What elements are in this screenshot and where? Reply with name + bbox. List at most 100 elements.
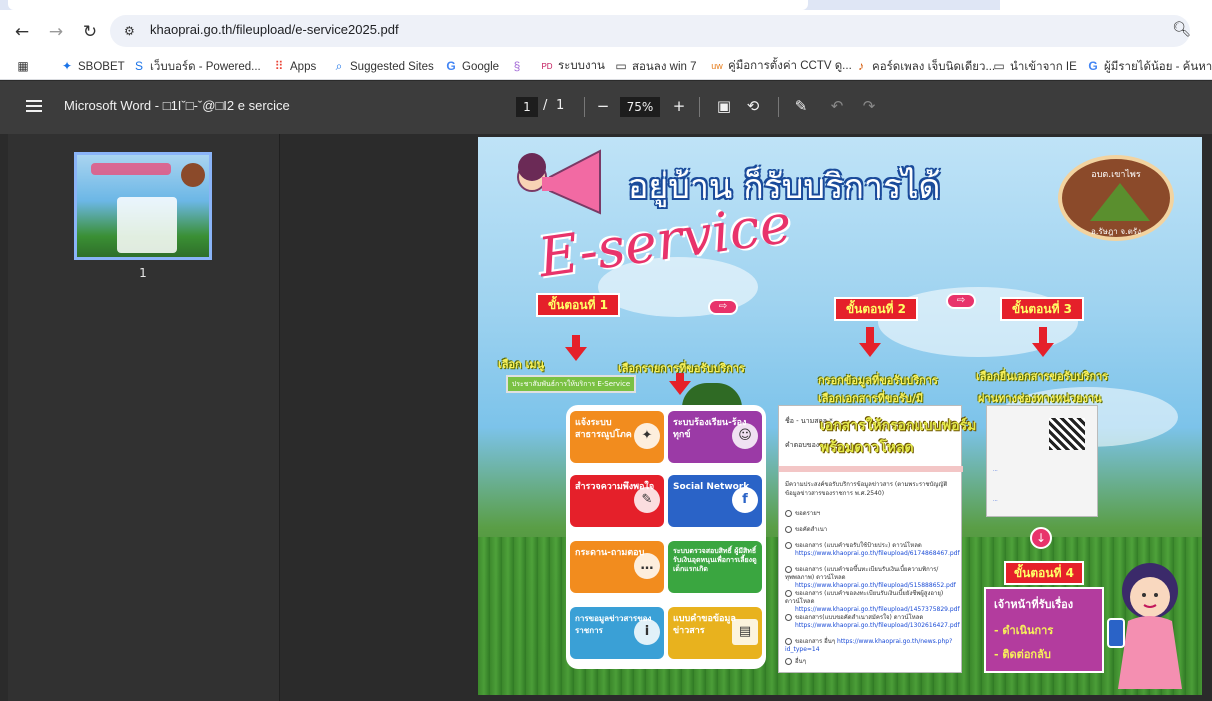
bookmark-swirl[interactable]: § [510, 57, 528, 75]
reload-icon[interactable]: ↻ [78, 20, 102, 44]
form-option: ขอเอกสาร(แบบขอคัดสำเนาสมัครใจ) ดาวน์โหลด… [785, 614, 960, 630]
organization-seal: อบต.เขาไพร อ.รัษฎา จ.ตรัง [1058, 155, 1174, 241]
search-icon: ⌕ [335, 59, 343, 73]
google-icon: G [1088, 59, 1098, 73]
page-separator: / [543, 98, 548, 113]
tab-strip [0, 0, 1212, 10]
form-option: ขอดรายฯ [785, 510, 959, 518]
form-overlay-text: เอกสารให้กรอกแบบฟอร์ม พร้อมดาวโหลด [820, 418, 977, 456]
sbobet-icon: ✦ [61, 59, 73, 73]
bookmark-5[interactable]: PD ระบบงาน [540, 57, 604, 75]
service-menu-board: แจ้งระบบสาธารณูปโภค ✦ ระบบร้องเรียน-ร้องท… [566, 405, 766, 669]
zoom-level-input[interactable]: 75% [620, 97, 660, 117]
webboard-icon: S [134, 59, 143, 73]
forward-arrow-icon[interactable]: → [44, 20, 68, 44]
choose-menu-label: เลือก เมนู [498, 358, 545, 371]
step-2-label: ขั้นตอนที่ 2 [834, 297, 918, 321]
megaphone-girl-icon [517, 149, 601, 215]
bookmark-9[interactable]: ▭ นำเข้าจาก IE [992, 57, 1076, 75]
eservice-menu-button: ประชาสัมพันธ์การให้บริการ E-Service [506, 375, 636, 393]
right-arrow-icon: ⇨ [946, 293, 976, 309]
down-arrow-icon [859, 343, 881, 357]
thumbnail-label: 1 [139, 266, 147, 280]
redo-icon[interactable]: ↷ [858, 95, 880, 117]
bookmark-10[interactable]: Gผู้มีรายได้น้อย - ค้นหาด้... [1086, 57, 1212, 75]
tile-7: แบบคำขอข้อมูลข่าวสาร ▤ [668, 607, 762, 659]
divider [699, 97, 700, 117]
tile-6: การขอมูลข่าวสารของราชการ i [570, 607, 664, 659]
active-tab[interactable] [8, 0, 808, 10]
page-number-input[interactable]: 1 [516, 97, 538, 117]
radio-icon [785, 614, 792, 621]
zoom-icon[interactable]: 🔍︎ [1172, 20, 1191, 38]
zoom-out-icon[interactable]: − [592, 95, 614, 117]
browser-window: ← → ↻ ⚙ khaoprai.go.th/fileupload/e-serv… [0, 0, 1212, 701]
tile-0: แจ้งระบบสาธารณูปโภค ✦ [570, 411, 664, 463]
apps-launcher-icon[interactable]: ▦ [16, 57, 34, 75]
wrench-icon: ✦ [634, 423, 660, 449]
radio-icon [785, 590, 792, 597]
person-icon: ☺ [732, 423, 758, 449]
folder-icon: ▭ [993, 59, 1005, 73]
address-bar[interactable]: ⚙ khaoprai.go.th/fileupload/e-service202… [110, 15, 1190, 47]
bookmark-0[interactable]: ✦ SBOBET [60, 57, 125, 75]
form-option: ขอเอกสาร (แบบคำขอรับใช้ป้ายประ) ดาวน์โหล… [785, 542, 960, 558]
radio-icon [785, 526, 792, 533]
qr-code-icon [1049, 418, 1085, 450]
bookmarks-bar: ▦ ✦ SBOBET S เว็บบอร์ด - Powered... ⠿ Apps … [0, 52, 1212, 80]
divider [778, 97, 779, 117]
right-arrow-icon: ⇨ [708, 299, 738, 315]
divider [584, 97, 585, 117]
bookmark-4[interactable]: G Google [444, 57, 499, 75]
radio-icon [785, 542, 792, 549]
form-option: ขอเอกสาร อื่นๆ https://www.khaoprai.go.t… [785, 638, 953, 653]
news-icon: ▤ [732, 619, 758, 645]
down-arrow-icon [565, 347, 587, 361]
rotate-icon[interactable]: ⟲ [742, 95, 764, 117]
choose-item-label: เลือกรายการที่ขอรับบริการ [618, 362, 745, 375]
bookmark-1[interactable]: S เว็บบอร์ด - Powered... [132, 57, 261, 75]
pdf-toolbar: Microsoft Word - □1Iˇ□-ˇ@□I2 e sercice 1… [0, 81, 1212, 134]
thumbnail-panel: 1 [8, 134, 280, 701]
bookmark-3[interactable]: ⌕ Suggested Sites [332, 57, 434, 75]
cctv-icon: uw [711, 61, 723, 71]
step-3-label: ขั้นตอนที่ 3 [1000, 297, 1084, 321]
pdp-icon: PD [541, 62, 553, 71]
annotate-icon[interactable]: ✎ [790, 95, 812, 117]
form-option: ขอคัดสำเนา [785, 526, 959, 534]
tab-right[interactable] [1000, 0, 1212, 10]
tile-4: กระดาน-ถามตอบ… [570, 541, 664, 593]
menu-icon[interactable] [26, 97, 44, 115]
radio-icon [785, 566, 792, 573]
address-url[interactable]: khaoprai.go.th/fileupload/e-service2025.… [150, 22, 399, 37]
bookmark-7[interactable]: uw คู่มือการตั้งค่า CCTV ดู... [710, 57, 852, 75]
radio-icon [785, 510, 792, 517]
guitar-icon: ♪ [858, 59, 864, 73]
undo-icon[interactable]: ↶ [826, 95, 848, 117]
tile-1: ระบบร้องเรียน-ร้องทุกข์ ☺ [668, 411, 762, 463]
page-total: 1 [556, 98, 565, 113]
facebook-icon: f [732, 487, 758, 513]
clipboard-icon: ✎ [634, 487, 660, 513]
apps-grid-icon: ⠿ [274, 59, 284, 73]
fit-page-icon[interactable]: ▣ [713, 95, 735, 117]
pdf-title: Microsoft Word - □1Iˇ□-ˇ@□I2 e sercice [64, 98, 290, 113]
tile-2: สำรวจความพึงพอใจ ✎ [570, 475, 664, 527]
page-thumbnail[interactable] [74, 152, 212, 260]
bookmark-8[interactable]: ♪ คอร์ดเพลง เจ็บนิดเดียว... [854, 57, 995, 75]
bookmark-6[interactable]: ▭ สอนลง win 7 [614, 57, 696, 75]
tile-5: ระบบตรวจสอบสิทธิ์ ผู้มีสิทธิ์รับเงินอุดห… [668, 541, 762, 593]
form-option: ขอเอกสาร (แบบคำขอลงทะเบียนรับเงินเบี้ยยั… [785, 590, 960, 613]
site-info-icon[interactable]: ⚙ [124, 22, 142, 40]
down-arrow-icon [1032, 343, 1054, 357]
swirl-icon: § [513, 59, 521, 73]
browser-toolbar: ← → ↻ ⚙ khaoprai.go.th/fileupload/e-serv… [0, 10, 1212, 52]
form-option: ขอเอกสาร (แบบคำขอขึ้นทะเบียนรับเงินเบี้ย… [785, 566, 956, 589]
bookmark-2[interactable]: ⠿ Apps [272, 57, 317, 75]
zoom-in-icon[interactable]: + [668, 95, 690, 117]
google-icon: G [446, 59, 456, 73]
step-1-label: ขั้นตอนที่ 1 [536, 293, 620, 317]
submit-document-sample: ··· ··· [986, 405, 1098, 517]
folder-icon: ▭ [615, 59, 627, 73]
back-arrow-icon[interactable]: ← [10, 20, 34, 44]
